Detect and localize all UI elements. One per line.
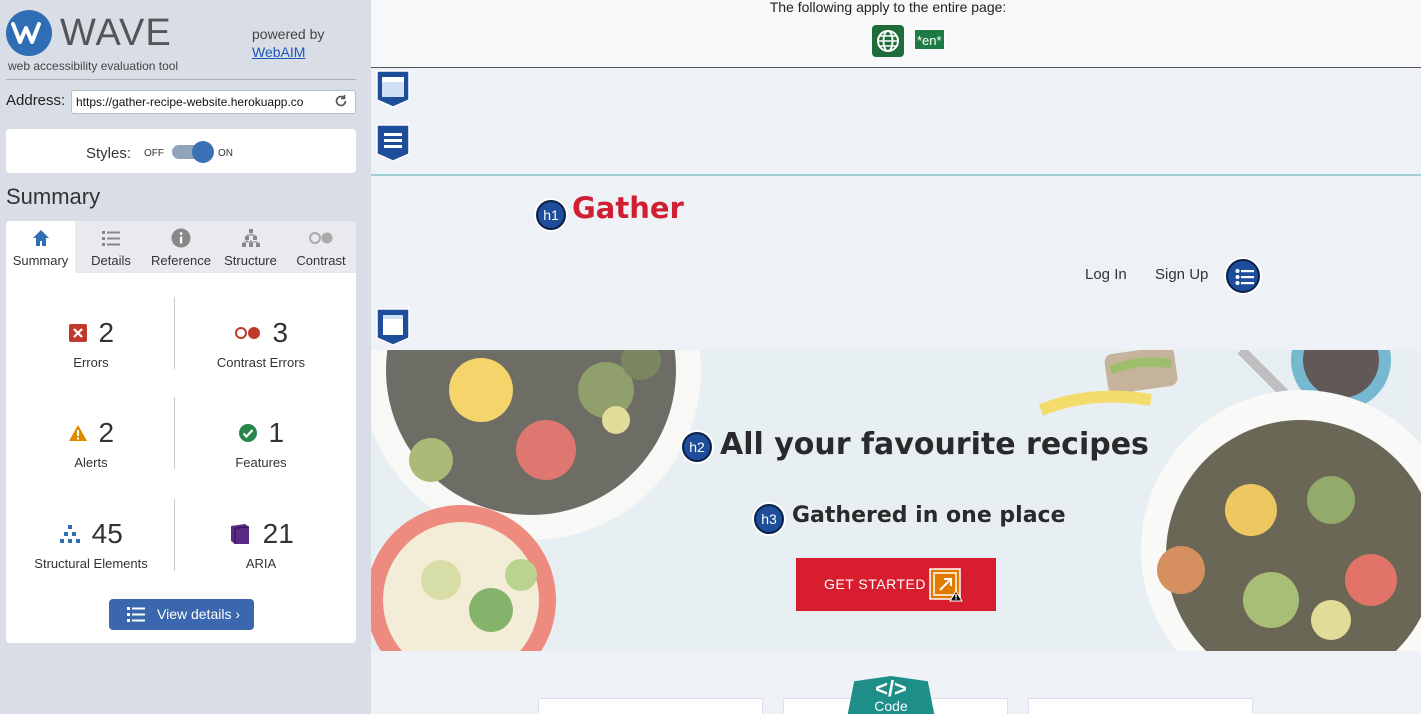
- wave-sidebar: WAVE web accessibility evaluation tool p…: [0, 0, 371, 714]
- styles-off-label: OFF: [144, 148, 164, 159]
- main-region-icon[interactable]: [376, 308, 410, 346]
- errors-label: Errors: [73, 355, 109, 370]
- list-icon: [127, 607, 145, 622]
- address-label: Address:: [6, 92, 66, 109]
- tab-label: Details: [91, 253, 131, 268]
- language-feature-icon[interactable]: [872, 25, 904, 57]
- stat-structural[interactable]: 45 Structural Elements: [6, 518, 176, 571]
- tab-bar: Summary Details Reference Structure Cont…: [6, 221, 356, 273]
- tab-reference[interactable]: Reference: [147, 221, 215, 273]
- address-input[interactable]: https://gather-recipe-website.herokuapp.…: [71, 90, 356, 114]
- wave-brand: WAVE: [60, 12, 172, 54]
- error-icon: [68, 324, 87, 342]
- tab-structure[interactable]: Structure: [215, 221, 286, 273]
- structural-label: Structural Elements: [34, 556, 148, 571]
- tab-summary[interactable]: Summary: [6, 221, 75, 273]
- redundant-link-alert-icon[interactable]: [929, 568, 963, 602]
- aria-label: ARIA: [245, 556, 277, 571]
- unordered-list-icon[interactable]: [1226, 259, 1260, 293]
- aria-icon: [231, 524, 250, 544]
- tab-label: Reference: [151, 253, 211, 268]
- info-icon: [171, 228, 191, 248]
- styles-on-label: ON: [218, 148, 233, 159]
- divider: [174, 297, 175, 369]
- tab-details[interactable]: Details: [75, 221, 147, 273]
- contrast-errors-count: 3: [272, 317, 289, 348]
- wave-tagline: web accessibility evaluation tool: [8, 59, 179, 73]
- toggle-knob[interactable]: [192, 141, 214, 163]
- stat-contrast-errors[interactable]: 3 Contrast Errors: [176, 317, 346, 370]
- stat-features[interactable]: 1 Features: [176, 417, 346, 470]
- list-icon: [102, 231, 120, 246]
- powered-by: powered by WebAIM: [252, 25, 324, 61]
- wave-logo-icon: [6, 10, 52, 56]
- alert-icon: [68, 425, 87, 441]
- h2-heading-icon[interactable]: h2: [682, 432, 712, 462]
- contrast-errors-label: Contrast Errors: [216, 355, 306, 370]
- page-wide-bar: The following apply to the entire page: …: [371, 0, 1421, 68]
- view-details-button[interactable]: View details ›: [109, 599, 254, 630]
- contrast-error-icon: [234, 327, 260, 339]
- home-icon: [32, 230, 49, 246]
- view-details-label: View details ›: [157, 606, 241, 622]
- aria-count: 21: [262, 518, 294, 549]
- page-preview: The following apply to the entire page: …: [371, 0, 1421, 714]
- styles-label: Styles:: [86, 145, 132, 162]
- stat-errors[interactable]: 2 Errors: [6, 317, 176, 370]
- errors-count: 2: [98, 317, 115, 348]
- divider: [174, 397, 175, 469]
- divider: [6, 79, 356, 80]
- structural-count: 45: [91, 518, 123, 549]
- code-label: Code: [874, 698, 908, 714]
- header-border: [371, 174, 1421, 176]
- feature-check-icon: [238, 424, 257, 442]
- code-element-icon[interactable]: </> Code: [845, 676, 937, 714]
- tab-label: Contrast: [296, 253, 346, 268]
- language-badge[interactable]: *en*: [914, 29, 945, 50]
- applies-text: The following apply to the entire page:: [769, 0, 1007, 15]
- recipe-card: [538, 698, 763, 714]
- tab-contrast[interactable]: Contrast: [286, 221, 356, 273]
- globe-icon: [877, 30, 899, 52]
- webaim-link[interactable]: WebAIM: [252, 44, 305, 60]
- stat-alerts[interactable]: 2 Alerts: [6, 417, 176, 470]
- hero-banner: h2 All your favourite recipes h3 Gathere…: [371, 350, 1421, 651]
- features-label: Features: [235, 455, 287, 470]
- reload-icon[interactable]: [334, 94, 350, 110]
- login-link[interactable]: Log In: [1085, 266, 1127, 283]
- powered-by-text: powered by: [252, 26, 325, 42]
- navigation-region-icon[interactable]: [376, 124, 410, 162]
- alerts-label: Alerts: [74, 455, 108, 470]
- tab-label: Structure: [224, 253, 277, 268]
- tab-label: Summary: [12, 253, 69, 268]
- styles-toggle[interactable]: [172, 141, 214, 163]
- recipe-card: [1028, 698, 1253, 714]
- stat-aria[interactable]: 21 ARIA: [176, 518, 346, 571]
- summary-heading: Summary: [6, 184, 101, 209]
- summary-panel: Summary Details Reference Structure Cont…: [6, 221, 356, 643]
- h1-heading-icon[interactable]: h1: [536, 200, 566, 230]
- header-region-icon[interactable]: [376, 70, 410, 108]
- get-started-button[interactable]: GET STARTED: [796, 558, 996, 611]
- site-logo[interactable]: Gather: [572, 191, 684, 225]
- structure-icon: [241, 229, 260, 247]
- h3-heading-icon[interactable]: h3: [754, 504, 784, 534]
- features-count: 1: [268, 417, 285, 448]
- hero-subtitle: Gathered in one place: [792, 503, 1066, 528]
- contrast-icon: [309, 232, 333, 244]
- address-value[interactable]: https://gather-recipe-website.herokuapp.…: [76, 91, 334, 113]
- hero-title: All your favourite recipes: [720, 427, 1149, 462]
- alerts-count: 2: [98, 417, 115, 448]
- styles-toggle-box: Styles: OFF ON: [6, 129, 356, 173]
- structure-icon: [60, 525, 81, 543]
- signup-link[interactable]: Sign Up: [1155, 266, 1208, 283]
- divider: [174, 499, 175, 571]
